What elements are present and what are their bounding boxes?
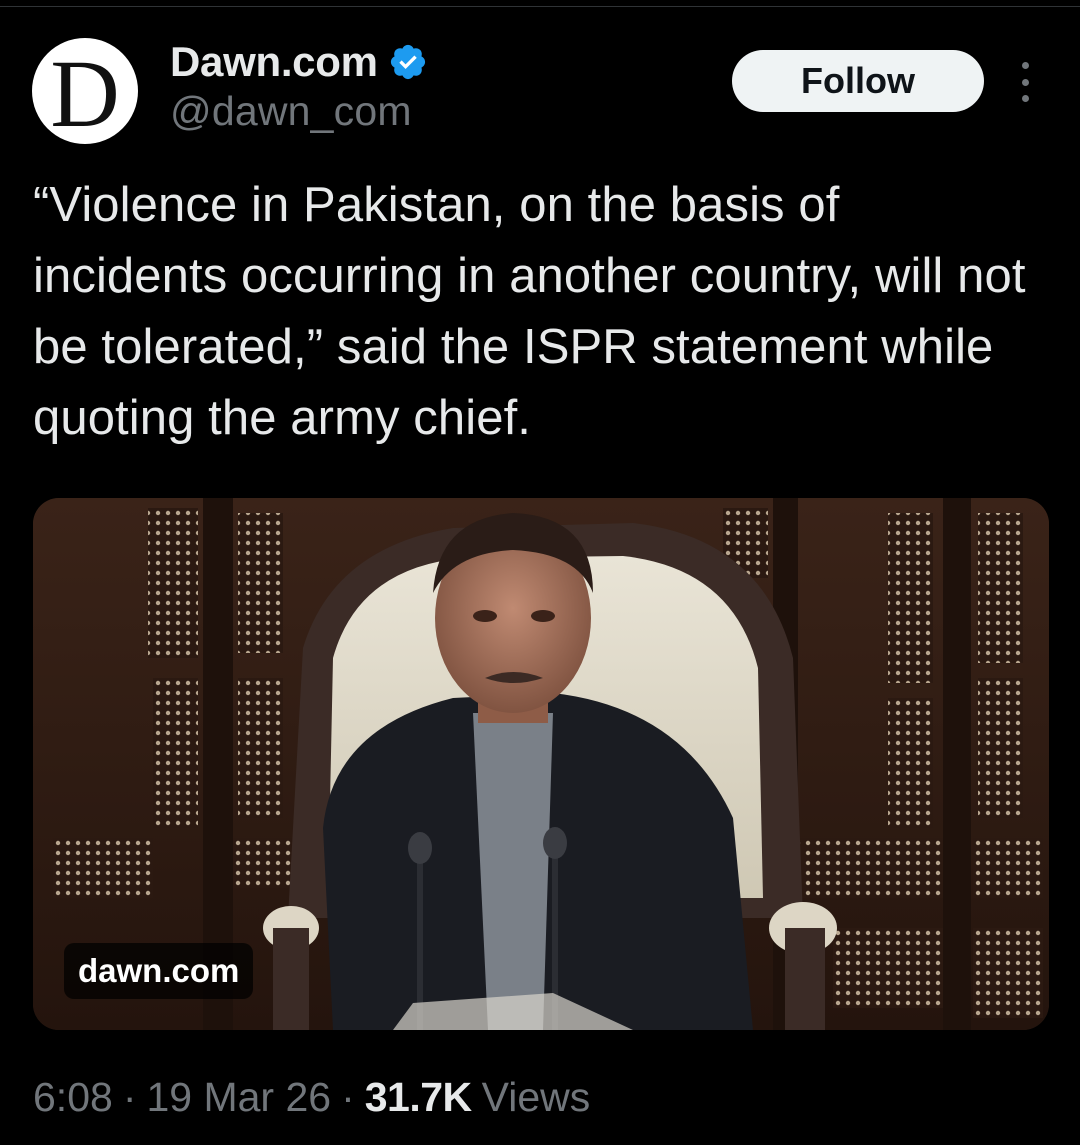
more-dot bbox=[1021, 95, 1029, 102]
more-dot bbox=[1021, 62, 1029, 69]
media-source-label: dawn.com bbox=[64, 943, 254, 999]
views-label: Views bbox=[481, 1073, 591, 1120]
verified-badge-icon[interactable] bbox=[388, 42, 428, 82]
author-display-name[interactable]: Dawn.com bbox=[170, 38, 378, 86]
avatar[interactable]: D bbox=[32, 38, 138, 144]
follow-button[interactable]: Follow bbox=[732, 50, 984, 112]
more-options-icon[interactable] bbox=[1010, 62, 1040, 102]
top-divider bbox=[0, 0, 1080, 7]
author-handle[interactable]: @dawn_com bbox=[170, 88, 412, 135]
meta-separator: · bbox=[341, 1073, 355, 1120]
tweet-text: “Violence in Pakistan, on the basis of i… bbox=[33, 178, 1026, 445]
tweet-meta-row: 6:08 · 19 Mar 26 · 31.7K Views bbox=[33, 1072, 590, 1122]
avatar-logo-letter: D bbox=[50, 40, 120, 144]
tweet-time[interactable]: 6:08 bbox=[33, 1074, 113, 1121]
meta-separator: · bbox=[122, 1073, 137, 1120]
more-dot bbox=[1021, 78, 1029, 86]
views-count[interactable]: 31.7K bbox=[365, 1074, 472, 1121]
author-name-row: Dawn.com bbox=[170, 38, 428, 86]
tweet-date[interactable]: 19 Mar 26 bbox=[146, 1074, 331, 1121]
